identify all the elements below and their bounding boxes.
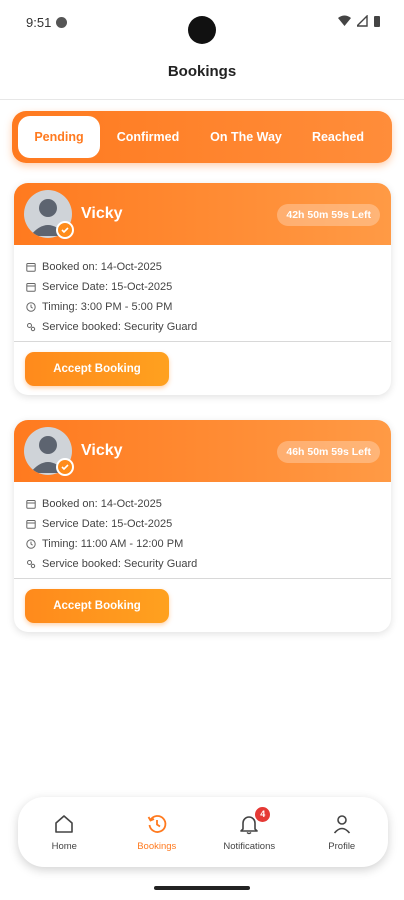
status-bar: 9:51 <box>0 0 404 48</box>
tab-confirmed[interactable]: Confirmed <box>100 116 196 158</box>
clock-icon <box>26 539 42 549</box>
booked-on-row: Booked on: 14-Oct-2025 <box>26 494 197 514</box>
home-indicator[interactable] <box>154 886 250 890</box>
service-text: Service booked: Security Guard <box>42 558 198 570</box>
accept-booking-button[interactable]: Accept Booking <box>25 352 169 386</box>
notification-count-badge: 4 <box>255 806 271 822</box>
nav-home-label: Home <box>51 840 77 852</box>
calendar-icon <box>26 519 42 529</box>
notification-dot-icon <box>56 17 67 28</box>
gears-icon <box>26 559 42 569</box>
page-title: Bookings <box>167 63 237 80</box>
tab-reached[interactable]: Reached <box>296 116 380 158</box>
timing-row: Timing: 3:00 PM - 5:00 PM <box>26 297 197 317</box>
nav-notifications[interactable]: 4 Notifications <box>209 806 289 852</box>
service-row: Service booked: Security Guard <box>26 317 197 337</box>
booked-on-row: Booked on: 14-Oct-2025 <box>26 257 197 277</box>
history-icon <box>147 814 167 833</box>
verified-check-icon <box>56 221 74 239</box>
signal-icon <box>357 15 368 27</box>
nav-notifications-label: Notifications <box>223 840 276 852</box>
bottom-nav: Home Bookings 4 Notifications Profile <box>18 797 388 867</box>
booking-details: Booked on: 14-Oct-2025 Service Date: 15-… <box>26 494 197 574</box>
battery-icon <box>374 16 380 27</box>
home-icon <box>55 814 74 833</box>
service-date-text: Service Date: 15-Oct-2025 <box>42 281 173 293</box>
time-left-badge: 46h 50m 59s Left <box>277 441 380 463</box>
time-left-badge: 42h 50m 59s Left <box>277 204 380 226</box>
gears-icon <box>26 322 42 332</box>
booking-status-tabs: Pending Confirmed On The Way Reached <box>12 111 392 163</box>
booking-card: Vicky 42h 50m 59s Left Booked on: 14-Oct… <box>14 183 391 395</box>
nav-profile[interactable]: Profile <box>302 813 382 852</box>
header-divider <box>0 99 404 100</box>
booking-card-header: Vicky 42h 50m 59s Left <box>14 183 391 245</box>
nav-bookings-label: Bookings <box>137 840 177 852</box>
status-time: 9:51 <box>26 15 52 30</box>
booking-card-header: Vicky 46h 50m 59s Left <box>14 420 391 482</box>
customer-name: Vicky <box>81 205 123 222</box>
wifi-icon <box>338 15 351 26</box>
booked-on-text: Booked on: 14-Oct-2025 <box>42 498 162 510</box>
tab-pending[interactable]: Pending <box>18 116 100 158</box>
calendar-icon <box>26 499 42 509</box>
tab-on-the-way[interactable]: On The Way <box>196 116 296 158</box>
clock-icon <box>26 302 42 312</box>
camera-cutout <box>188 16 216 44</box>
service-text: Service booked: Security Guard <box>42 321 198 333</box>
timing-text: Timing: 3:00 PM - 5:00 PM <box>42 301 173 313</box>
service-row: Service booked: Security Guard <box>26 554 197 574</box>
calendar-icon <box>26 262 42 272</box>
customer-name: Vicky <box>81 442 123 459</box>
nav-home[interactable]: Home <box>24 813 104 852</box>
timing-row: Timing: 11:00 AM - 12:00 PM <box>26 534 197 554</box>
service-date-text: Service Date: 15-Oct-2025 <box>42 518 173 530</box>
service-date-row: Service Date: 15-Oct-2025 <box>26 277 197 297</box>
accept-booking-button[interactable]: Accept Booking <box>25 589 169 623</box>
booked-on-text: Booked on: 14-Oct-2025 <box>42 261 162 273</box>
booking-card: Vicky 46h 50m 59s Left Booked on: 14-Oct… <box>14 420 391 632</box>
calendar-icon <box>26 282 42 292</box>
nav-profile-label: Profile <box>328 840 356 852</box>
service-date-row: Service Date: 15-Oct-2025 <box>26 514 197 534</box>
booking-details: Booked on: 14-Oct-2025 Service Date: 15-… <box>26 257 197 337</box>
card-divider <box>14 341 391 342</box>
card-divider <box>14 578 391 579</box>
nav-bookings[interactable]: Bookings <box>117 813 197 852</box>
verified-check-icon <box>56 458 74 476</box>
person-icon <box>333 814 350 834</box>
timing-text: Timing: 11:00 AM - 12:00 PM <box>42 538 184 550</box>
status-icons <box>338 15 380 27</box>
